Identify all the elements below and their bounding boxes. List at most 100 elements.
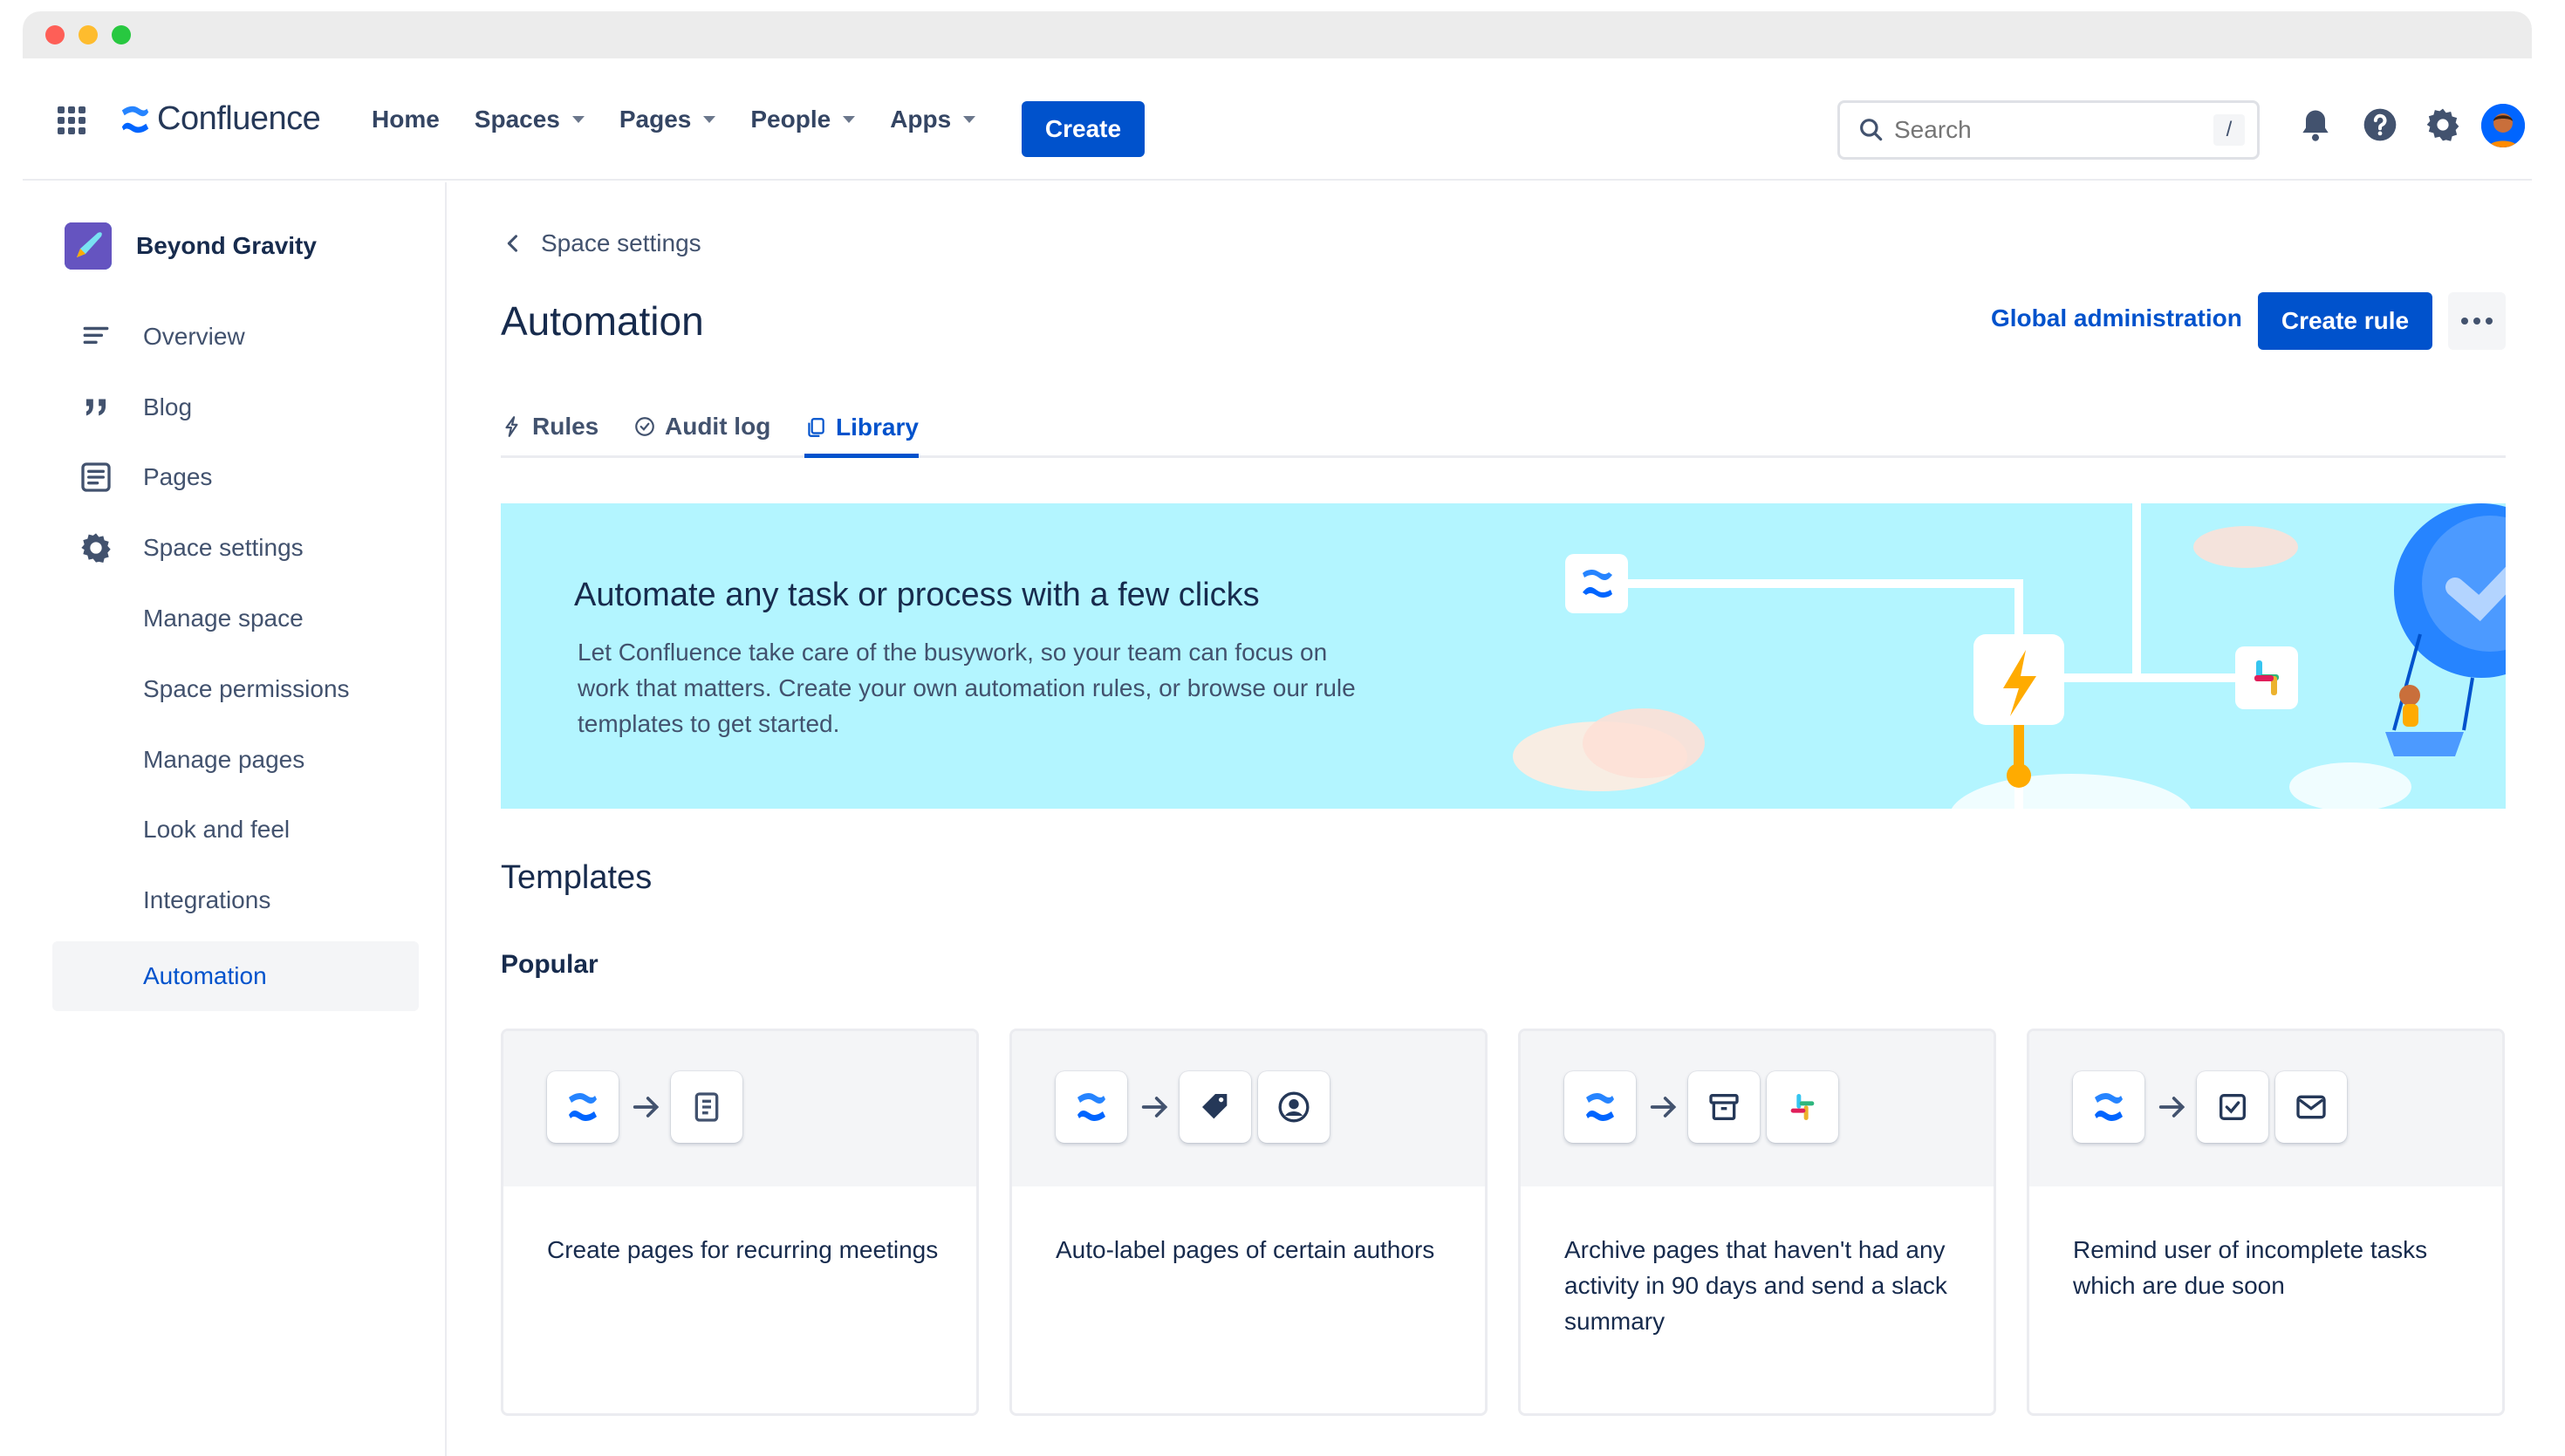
help-icon[interactable] [2361,106,2399,144]
template-card-recurring-meetings[interactable]: Create pages for recurring meetings [501,1029,979,1416]
space-header[interactable]: Beyond Gravity [65,222,317,270]
quote-icon [86,399,106,416]
nav-apps[interactable]: Apps [890,106,976,133]
create-button[interactable]: Create [1022,101,1145,157]
window-close-button[interactable] [45,25,65,44]
card-description: Archive pages that haven't had any activ… [1564,1236,1947,1335]
nav-home[interactable]: Home [372,106,440,133]
lightning-node-icon [1973,634,2064,788]
confluence-icon [121,106,149,133]
primary-nav: Home Spaces Pages People Apps [372,106,1010,133]
window-maximize-button[interactable] [112,25,131,44]
confluence-icon [569,1093,597,1121]
sidebar-item-look-and-feel[interactable]: Look and feel [23,795,447,865]
copy-icon [808,417,824,437]
card-trigger-tile [1056,1071,1127,1143]
browser-window: Confluence Home Spaces Pages People Apps… [23,11,2532,1456]
automation-tabs: Rules Audit log Library [501,397,2506,458]
confluence-icon [1586,1093,1614,1121]
balloon-illustration [2385,503,2506,756]
chevron-left-icon [507,235,518,252]
search-box[interactable]: / [1837,100,2260,160]
back-to-space-settings[interactable]: Space settings [501,229,701,257]
slack-node-icon [2235,646,2298,709]
sidebar-item-pages[interactable]: Pages [23,442,447,512]
search-input[interactable] [1894,116,2182,144]
templates-heading: Templates [501,859,653,896]
user-circle-icon [1278,1091,1310,1123]
arrow-right-icon [1141,1097,1168,1118]
banner-description: Let Confluence take care of the busywork… [578,639,1356,737]
page-title: Automation [501,298,704,344]
template-card-remind-tasks[interactable]: Remind user of incomplete tasks which ar… [2027,1029,2505,1416]
window-titlebar [23,11,2532,58]
chevron-down-icon [703,116,716,123]
card-action-tile [2197,1071,2268,1143]
sidebar-item-overview[interactable]: Overview [23,302,447,372]
sidebar-item-label: Manage space [143,605,304,632]
checkbox-icon [2220,1094,2246,1120]
card-icon-strip [2029,1031,2502,1186]
sidebar-item-manage-space[interactable]: Manage space [23,584,447,653]
top-navigation: Confluence Home Spaces Pages People Apps… [23,58,2532,181]
sidebar-item-manage-pages[interactable]: Manage pages [23,725,447,795]
card-icon-strip [503,1031,976,1186]
sidebar-item-label: Space permissions [143,675,350,702]
sidebar-item-space-permissions[interactable]: Space permissions [23,654,447,724]
space-name: Beyond Gravity [136,232,317,259]
create-rule-button[interactable]: Create rule [2258,292,2432,350]
automation-banner: Automate any task or process with a few … [501,503,2506,809]
app-switcher-icon[interactable] [58,106,86,134]
sidebar-item-label: Pages [143,463,213,490]
gear-icon [81,533,111,563]
sidebar-item-label: Overview [143,323,245,350]
nav-spaces[interactable]: Spaces [475,106,585,133]
card-description: Create pages for recurring meetings [547,1236,939,1263]
mail-icon [2296,1095,2326,1119]
user-avatar[interactable] [2481,104,2525,147]
sidebar-item-space-settings[interactable]: Space settings [23,513,447,583]
search-shortcut-hint: / [2213,114,2245,146]
sidebar-item-automation[interactable]: Automation [52,941,419,1011]
space-avatar [65,222,112,270]
template-card-auto-label[interactable]: Auto-label pages of certain authors [1009,1029,1488,1416]
settings-gear-icon[interactable] [2424,106,2462,144]
global-administration-link[interactable]: Global administration [1991,304,2242,332]
tag-icon [1202,1094,1228,1119]
confluence-logo[interactable]: Confluence [119,100,321,138]
window-minimize-button[interactable] [79,25,98,44]
more-actions-button[interactable] [2448,292,2506,350]
tab-audit-log[interactable]: Audit log [633,400,770,453]
banner-title: Automate any task or process with a few … [574,577,1260,613]
card-description: Remind user of incomplete tasks which ar… [2073,1236,2428,1299]
confluence-icon [2095,1093,2123,1121]
arrow-right-icon [1650,1097,1677,1118]
card-action-tile [1258,1071,1330,1143]
arrow-right-icon [633,1097,660,1118]
check-circle-icon [635,417,654,436]
chevron-down-icon [571,116,585,123]
tab-rules[interactable]: Rules [501,400,598,453]
card-trigger-tile [1564,1071,1636,1143]
card-action-tile [1767,1071,1838,1143]
nav-people[interactable]: People [750,106,856,133]
chevron-down-icon [963,116,976,123]
card-description: Auto-label pages of certain authors [1056,1236,1435,1263]
bell-icon[interactable] [2296,106,2335,144]
confluence-icon [1077,1093,1105,1121]
tab-library[interactable]: Library [804,400,919,458]
sidebar-item-integrations[interactable]: Integrations [23,865,447,935]
card-action-tile [671,1071,742,1143]
slack-icon [1790,1094,1815,1120]
card-trigger-tile [2073,1071,2144,1143]
user-avatar-image [2481,104,2525,147]
sidebar-item-label: Blog [143,393,193,420]
sidebar-item-label: Look and feel [143,816,291,843]
confluence-node-icon [1565,554,1628,613]
nav-pages[interactable]: Pages [619,106,716,133]
sidebar-item-label: Manage pages [143,746,305,773]
template-card-archive-pages[interactable]: Archive pages that haven't had any activ… [1518,1029,1996,1416]
sidebar-item-blog[interactable]: Blog [23,373,447,442]
card-trigger-tile [547,1071,619,1143]
pages-icon [81,462,111,492]
